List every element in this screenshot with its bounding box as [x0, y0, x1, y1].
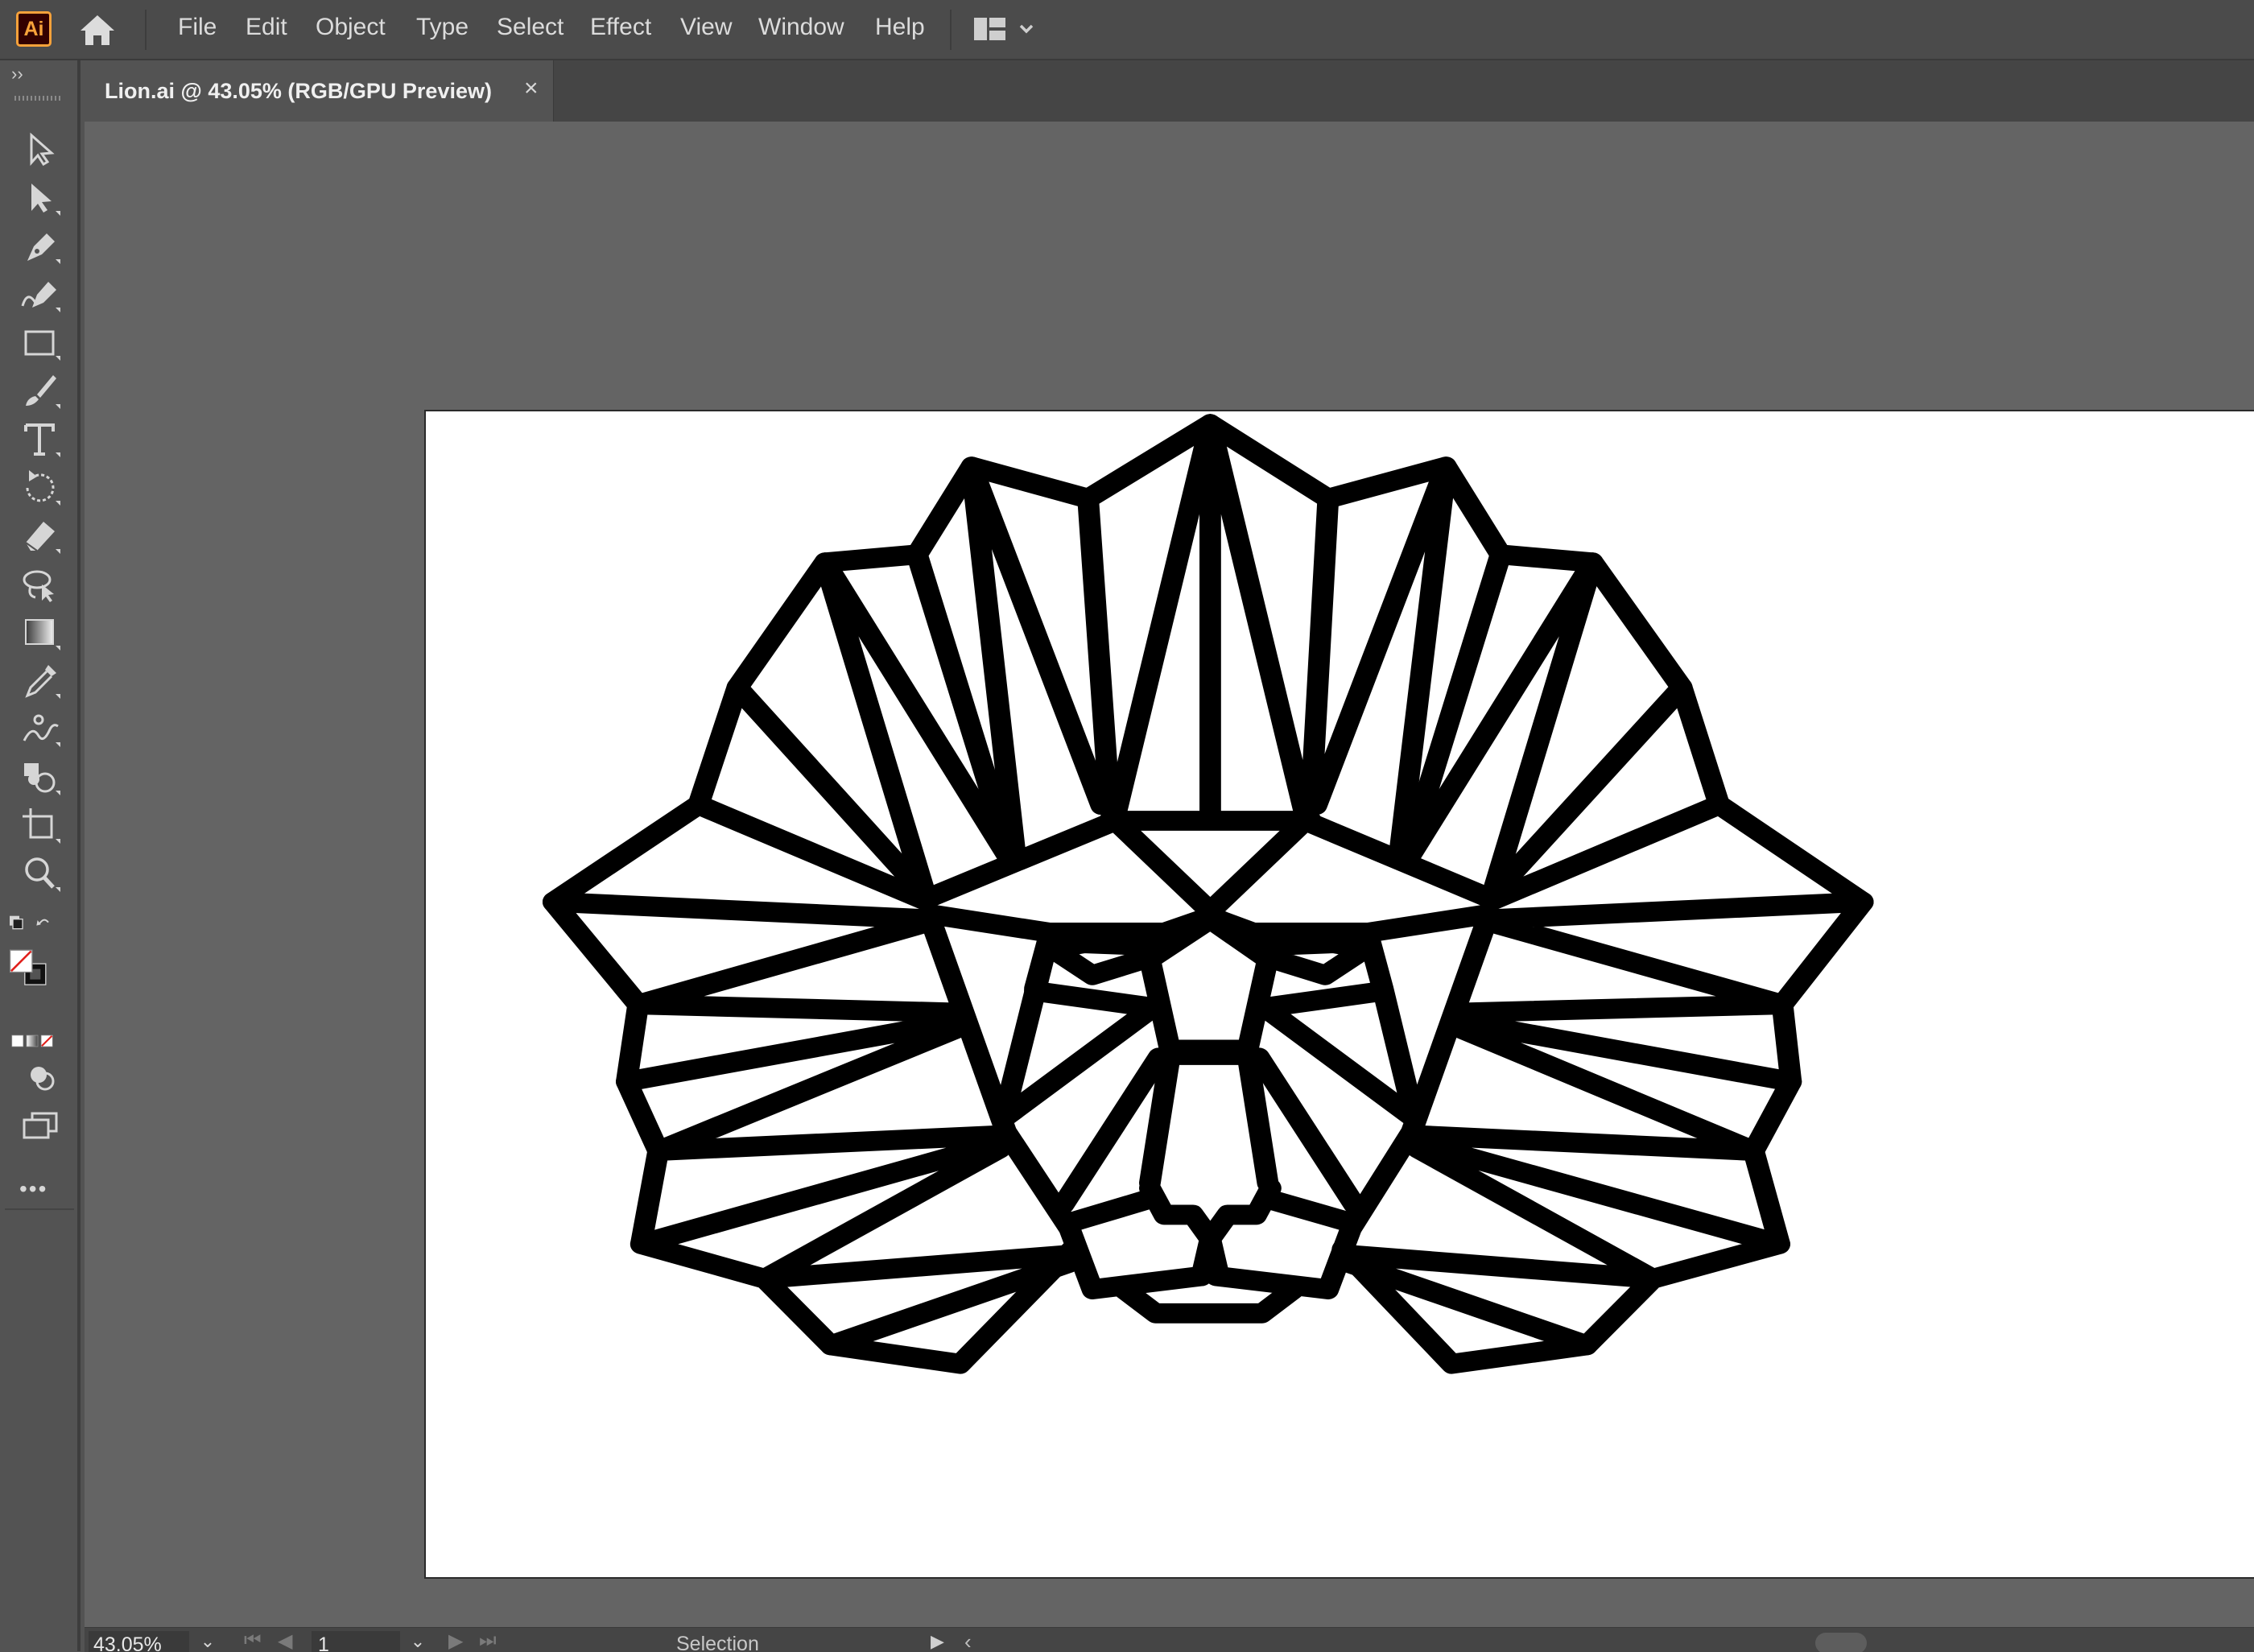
toolbar-divider [5, 1208, 74, 1210]
document-tab-title: Lion.ai @ 43.05% (RGB/GPU Preview) [105, 79, 492, 103]
default-colors-icon [10, 915, 49, 930]
menu-bar: Ai File Edit Object Type Select Effect V… [0, 0, 2254, 60]
menu-file[interactable]: File [178, 14, 217, 41]
rectangle-tool[interactable] [19, 322, 64, 364]
menu-help[interactable]: Help [875, 14, 925, 41]
screen-mode-button[interactable] [19, 1105, 64, 1147]
artboard-icon [23, 808, 60, 844]
eraser-icon [25, 522, 60, 554]
fill-stroke-icon [9, 949, 47, 985]
status-mode-label: Selection [676, 1633, 759, 1652]
menu-divider [950, 10, 952, 50]
status-menu-arrow-icon[interactable]: ▶ [931, 1631, 944, 1652]
first-artboard-icon[interactable]: ⏮ [244, 1629, 262, 1652]
selection-tool[interactable] [19, 129, 64, 171]
menu-edit[interactable]: Edit [246, 14, 287, 41]
tools-panel: ›› ••• [0, 60, 80, 1651]
fill-stroke-swatches[interactable] [6, 946, 74, 1010]
curvature-tool[interactable] [19, 274, 64, 316]
horizontal-scrollbar-thumb[interactable] [1815, 1633, 1867, 1652]
panel-grip[interactable] [14, 96, 61, 101]
artboard[interactable] [424, 410, 2254, 1579]
color-gradient-none-icon [11, 1035, 53, 1047]
eyedropper-icon [25, 665, 60, 699]
artboard-number-field[interactable]: 1 [312, 1631, 400, 1652]
draw-mode-icon [31, 1067, 55, 1091]
artboard-tool[interactable] [19, 805, 64, 847]
color-mode-buttons[interactable] [10, 1020, 74, 1049]
home-button[interactable] [77, 11, 118, 48]
artboard-dropdown-chevron-icon[interactable]: ⌄ [403, 1631, 432, 1652]
lasso-tool[interactable] [19, 564, 64, 605]
selection-arrow-icon [30, 132, 55, 167]
canvas-area[interactable] [85, 122, 2254, 1627]
lion-artwork[interactable] [424, 410, 2254, 1579]
pen-tool[interactable] [19, 225, 64, 267]
puppet-warp-icon [23, 714, 60, 747]
menu-view[interactable]: View [680, 14, 732, 41]
pen-icon [27, 233, 60, 264]
rotate-icon [26, 470, 60, 506]
lion-lines [542, 414, 1874, 1374]
direct-selection-tool[interactable] [19, 177, 64, 219]
zoom-icon [25, 857, 60, 892]
menu-effect[interactable]: Effect [590, 14, 651, 41]
rotate-tool[interactable] [19, 467, 64, 509]
more-tools-icon: ••• [19, 1176, 48, 1201]
direct-selection-arrow-icon [31, 184, 60, 216]
eyedropper-tool[interactable] [19, 660, 64, 702]
type-tool[interactable] [19, 419, 64, 460]
workspace-switcher-icon [974, 18, 1034, 40]
document-tab[interactable]: Lion.ai @ 43.05% (RGB/GPU Preview) × [85, 60, 554, 122]
menu-select[interactable]: Select [497, 14, 564, 41]
paintbrush-icon [26, 375, 60, 409]
draw-mode-button[interactable] [19, 1057, 64, 1099]
gradient-icon [25, 619, 60, 650]
zoom-tool[interactable] [19, 853, 64, 895]
app-logo: Ai [16, 11, 52, 47]
last-artboard-icon[interactable]: ⏭ [479, 1629, 497, 1652]
scroll-left-icon[interactable]: ‹ [964, 1629, 972, 1652]
shape-builder-icon [24, 763, 60, 795]
workspace-switcher-button[interactable] [972, 14, 1045, 47]
curvature-pen-icon [21, 282, 60, 312]
menu-object[interactable]: Object [316, 14, 386, 41]
type-icon [24, 423, 60, 457]
home-icon [80, 15, 114, 45]
shape-builder-tool[interactable] [19, 757, 64, 799]
swap-default-colors[interactable] [6, 906, 74, 948]
screen-mode-icon [23, 1112, 58, 1139]
close-tab-button[interactable]: × [524, 75, 539, 102]
status-bar: 43.05% ⌄ ⏮ ◀ 1 ⌄ ▶ ⏭ Selection ▶ ‹ [85, 1627, 2254, 1652]
paintbrush-tool[interactable] [19, 370, 64, 412]
menu-type[interactable]: Type [416, 14, 469, 41]
collapse-panel-icon[interactable]: ›› [11, 64, 23, 85]
zoom-dropdown-chevron-icon[interactable]: ⌄ [193, 1631, 222, 1652]
zoom-level-field[interactable]: 43.05% [89, 1631, 189, 1652]
gradient-tool[interactable] [19, 612, 64, 654]
edit-toolbar-button[interactable]: ••• [19, 1176, 64, 1208]
previous-artboard-icon[interactable]: ◀ [278, 1629, 292, 1652]
rectangle-icon [24, 330, 60, 361]
lasso-icon [23, 570, 54, 602]
puppet-warp-tool[interactable] [19, 708, 64, 750]
eraser-tool[interactable] [19, 515, 64, 557]
menu-window[interactable]: Window [758, 14, 844, 41]
document-tab-bar: Lion.ai @ 43.05% (RGB/GPU Preview) × [85, 60, 2254, 122]
menu-divider [145, 10, 147, 50]
next-artboard-icon[interactable]: ▶ [448, 1629, 463, 1652]
